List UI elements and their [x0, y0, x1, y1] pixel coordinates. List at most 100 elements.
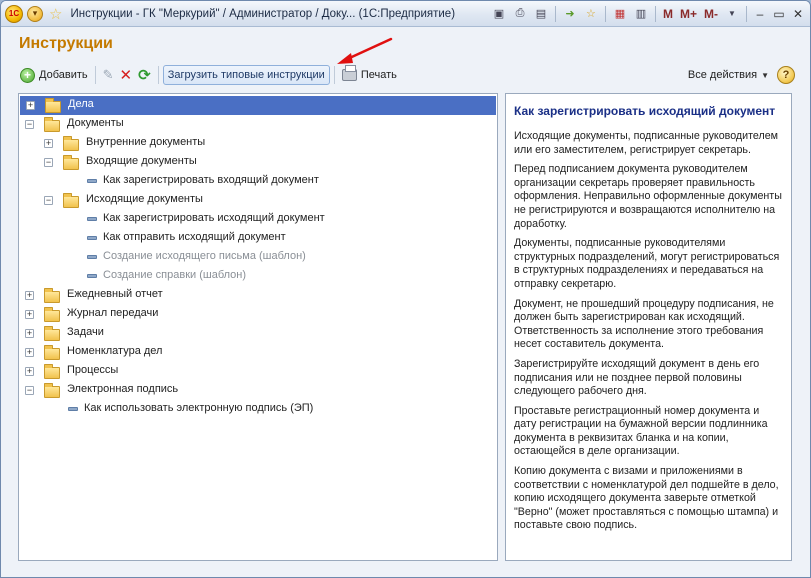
- app-window: 1С ▾ ☆ Инструкции - ГК "Меркурий" / Адми…: [0, 0, 811, 578]
- article-paragraph: Проставьте регистрационный номер докумен…: [514, 404, 768, 458]
- expand-icon[interactable]: +: [44, 139, 53, 148]
- add-icon: +: [20, 67, 35, 83]
- tree-folder-row[interactable]: + Ежедневный отчет: [19, 286, 497, 305]
- expand-icon[interactable]: +: [25, 348, 34, 357]
- article-paragraph: Документ, не прошедший процедуру подписа…: [514, 297, 774, 351]
- delete-icon: ✕: [119, 67, 133, 84]
- minimize-icon[interactable]: –: [752, 7, 768, 21]
- title-bar-tools: ▣ ⎙ ▤ ➜ ☆ ▦ ▥ M M+ M- ▼ – ▭ ✕: [490, 5, 810, 23]
- expand-icon[interactable]: +: [26, 101, 35, 110]
- article-paragraph: Перед подписанием документа руководителе…: [514, 163, 782, 230]
- collapse-icon[interactable]: −: [25, 386, 34, 395]
- close-icon[interactable]: ✕: [790, 7, 806, 21]
- print-icon[interactable]: ⎙: [511, 5, 529, 23]
- refresh-icon: ⟳: [138, 67, 151, 84]
- separator: [157, 66, 159, 84]
- tree-folder-row[interactable]: + Дела: [20, 96, 496, 115]
- tree-item-label: Создание справки (шаблон): [103, 269, 247, 281]
- tree-item-label: Электронная подпись: [67, 383, 179, 395]
- all-actions-menu[interactable]: Все действия ▼: [688, 69, 769, 81]
- favorites-star-icon[interactable]: ☆: [49, 5, 62, 23]
- expand-icon[interactable]: +: [25, 367, 34, 376]
- document-icon: [87, 274, 97, 278]
- tree-folder-row[interactable]: − Входящие документы: [19, 153, 497, 172]
- article-paragraph: Копию документа с визами и приложениями …: [514, 465, 779, 532]
- tree-item-row[interactable]: Как использовать электронную подпись (ЭП…: [19, 400, 497, 419]
- folder-icon: [63, 155, 79, 170]
- expand-icon[interactable]: +: [25, 291, 34, 300]
- tree-item-label: Задачи: [67, 326, 104, 338]
- collapse-icon[interactable]: −: [25, 120, 34, 129]
- help-button[interactable]: ?: [777, 66, 795, 84]
- tree-folder-row[interactable]: + Номенклатура дел: [19, 343, 497, 362]
- article-paragraph: Зарегистрируйте исходящий документ в ден…: [514, 357, 760, 398]
- document-icon: [87, 236, 97, 240]
- memory-m-button[interactable]: M: [661, 7, 675, 21]
- tree-item-label: Документы: [67, 117, 124, 129]
- load-standard-instructions-button[interactable]: Загрузить типовые инструкции: [162, 65, 330, 85]
- tree-folder-row[interactable]: + Внутренние документы: [19, 134, 497, 153]
- document-icon: [87, 179, 97, 183]
- folder-icon: [63, 136, 79, 151]
- refresh-button[interactable]: ⟳: [135, 64, 154, 86]
- page-title: Инструкции: [19, 35, 113, 52]
- tree-item-row[interactable]: Как зарегистрировать исходящий документ: [19, 210, 497, 229]
- all-actions-label: Все действия: [687, 69, 758, 81]
- folder-icon: [44, 288, 60, 303]
- collapse-icon[interactable]: −: [44, 196, 53, 205]
- document-icon: [87, 255, 97, 259]
- document-icon: [87, 217, 97, 221]
- folder-icon: [44, 364, 60, 379]
- tree-item-label: Ежедневный отчет: [67, 288, 163, 300]
- favorites-icon[interactable]: ☆: [582, 5, 600, 23]
- tree-item-label: Журнал передачи: [67, 307, 159, 319]
- save-icon[interactable]: ▣: [490, 5, 508, 23]
- tree-item-row[interactable]: Как отправить исходящий документ: [19, 229, 497, 248]
- go-icon[interactable]: ➜: [561, 5, 579, 23]
- tree-item-label: Как использовать электронную подпись (ЭП…: [84, 402, 314, 414]
- add-button[interactable]: + Добавить: [17, 64, 91, 86]
- tree-folder-row[interactable]: − Документы: [19, 115, 497, 134]
- delete-button[interactable]: ✕: [117, 64, 136, 86]
- tree-item-row[interactable]: Создание справки (шаблон): [19, 267, 497, 286]
- tree-folder-row[interactable]: − Исходящие документы: [19, 191, 497, 210]
- separator: [94, 66, 96, 84]
- tree-item-label: Как зарегистрировать исходящий документ: [103, 212, 325, 224]
- dropdown-icon[interactable]: ▼: [723, 5, 741, 23]
- separator: [554, 5, 556, 22]
- pencil-icon: ✎: [102, 67, 114, 82]
- tree-item-label: Дела: [66, 97, 96, 111]
- article-title: Как зарегистрировать исходящий документ: [514, 104, 776, 118]
- window-title: Инструкции - ГК "Меркурий" / Администрат…: [70, 7, 456, 20]
- tree-item-row[interactable]: Создание исходящего письма (шаблон): [19, 248, 497, 267]
- edit-button[interactable]: ✎: [100, 64, 117, 86]
- restore-icon[interactable]: ▭: [771, 7, 787, 21]
- separator: [654, 5, 656, 22]
- tree-folder-row[interactable]: + Задачи: [19, 324, 497, 343]
- separator: [604, 5, 606, 22]
- instructions-tree[interactable]: + Дела − Документы + Внутренние документы − Вхо…: [18, 93, 498, 561]
- tree-folder-row[interactable]: + Журнал передачи: [19, 305, 497, 324]
- article-paragraph: Исходящие документы, подписанные руковод…: [514, 130, 779, 156]
- main-menu-icon[interactable]: ▾: [27, 5, 43, 22]
- calculator-icon[interactable]: ▥: [632, 5, 650, 23]
- tree-item-label: Как зарегистрировать входящий документ: [103, 174, 319, 186]
- folder-icon: [44, 345, 60, 360]
- app-logo-icon[interactable]: 1С: [5, 4, 23, 23]
- preview-icon[interactable]: ▤: [532, 5, 550, 23]
- tree-item-label: Процессы: [67, 364, 119, 376]
- separator: [746, 5, 747, 22]
- tree-folder-row[interactable]: − Электронная подпись: [19, 381, 497, 400]
- tree-item-label: Входящие документы: [86, 155, 197, 167]
- collapse-icon[interactable]: −: [44, 158, 53, 167]
- document-icon: [68, 407, 78, 411]
- tree-item-row[interactable]: Как зарегистрировать входящий документ: [19, 172, 497, 191]
- tree-item-label: Внутренние документы: [86, 136, 206, 148]
- expand-icon[interactable]: +: [25, 310, 34, 319]
- calendar-icon[interactable]: ▦: [611, 5, 629, 23]
- expand-icon[interactable]: +: [25, 329, 34, 338]
- chevron-down-icon: ▼: [761, 70, 769, 80]
- memory-mplus-button[interactable]: M+: [678, 7, 699, 21]
- memory-mminus-button[interactable]: M-: [702, 7, 720, 21]
- tree-folder-row[interactable]: + Процессы: [19, 362, 497, 381]
